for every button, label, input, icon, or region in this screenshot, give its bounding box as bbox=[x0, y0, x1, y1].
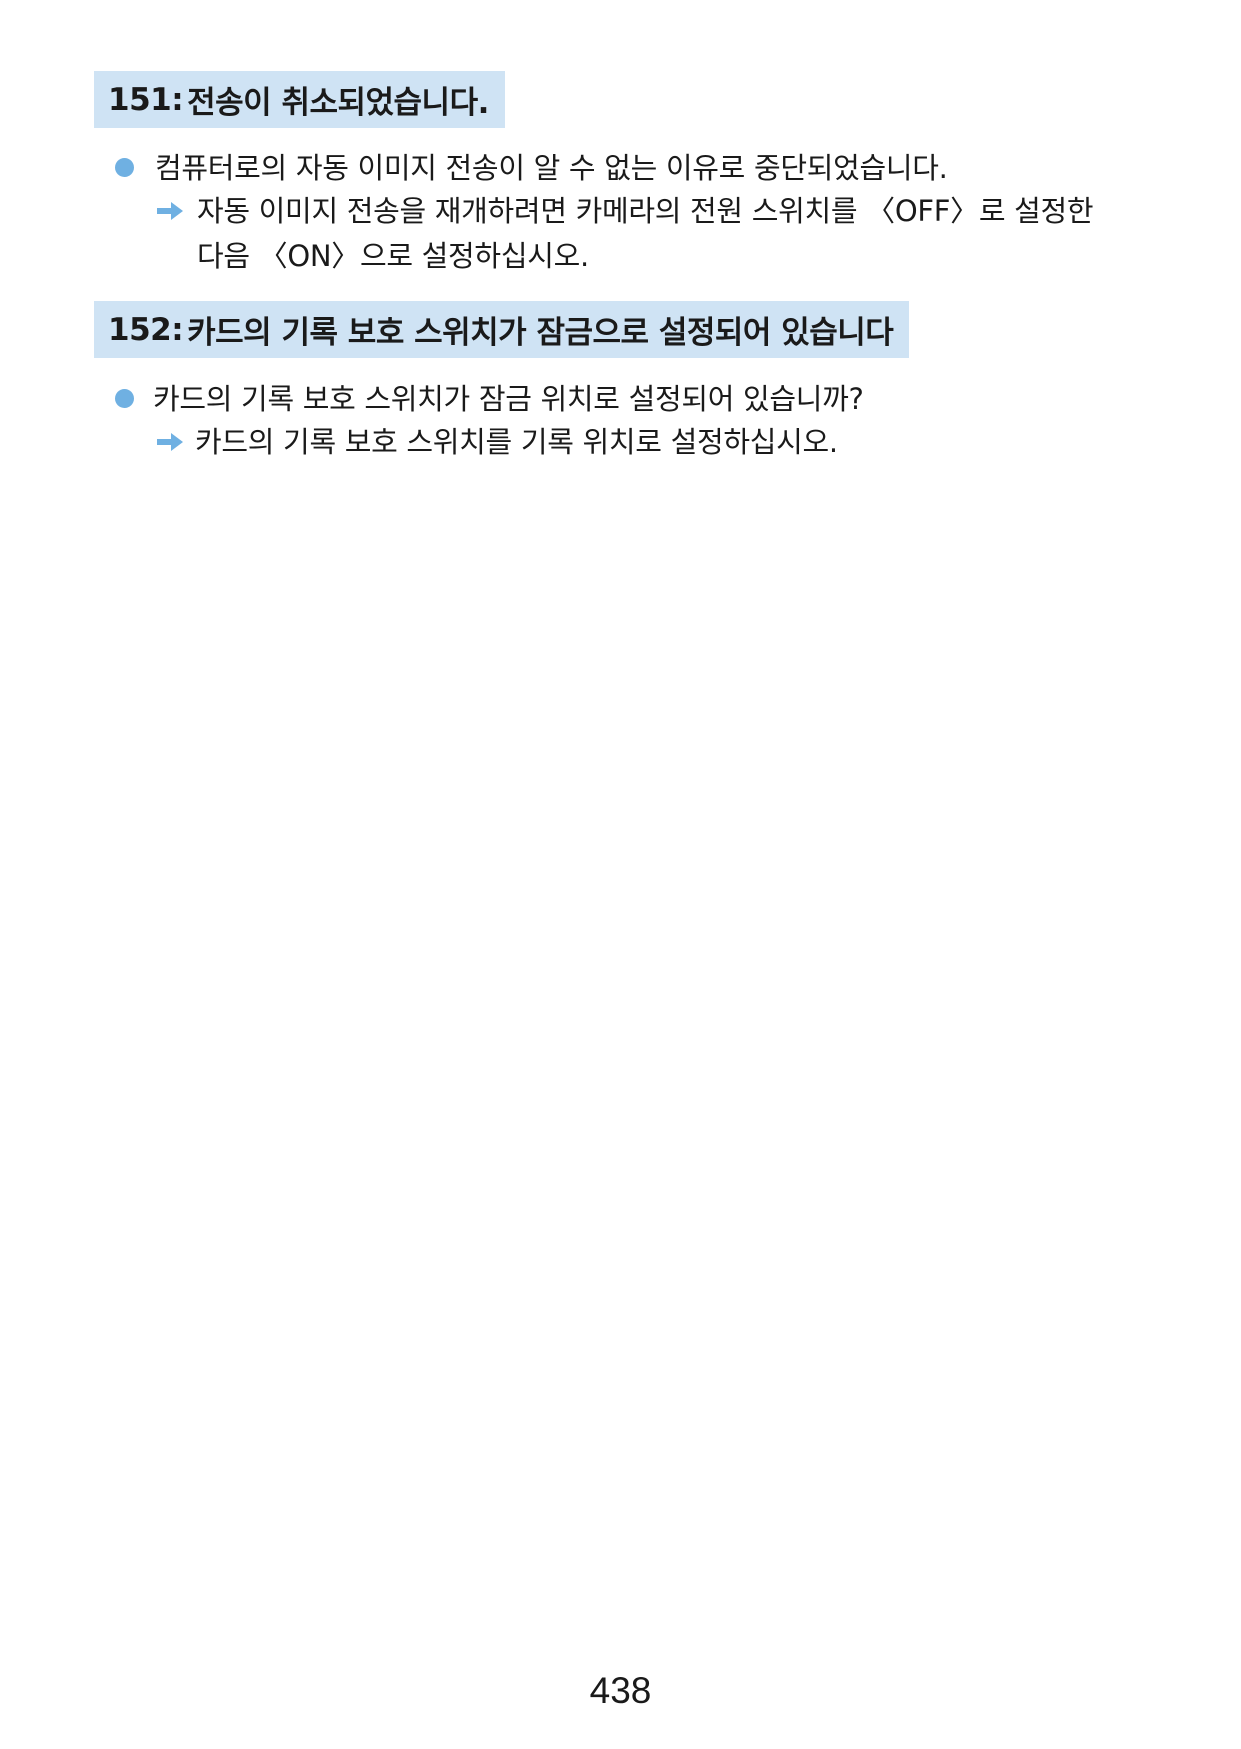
remedy-text-line: 자동 이미지 전송을 재개하려면 카메라의 전원 스위치를 〈OFF〉로 설정한 bbox=[197, 194, 1094, 228]
arrow-right-icon bbox=[157, 202, 183, 220]
remedy-text-line: 다음 〈ON〉으로 설정하십시오. bbox=[197, 239, 589, 273]
error-code: 152: bbox=[108, 311, 184, 348]
bullet-icon bbox=[115, 158, 134, 177]
arrow-right-icon bbox=[157, 433, 183, 451]
page-number: 438 bbox=[589, 1670, 652, 1711]
section-heading-151: 151: 전송이 취소되었습니다. bbox=[94, 71, 505, 128]
error-title: 전송이 취소되었습니다. bbox=[187, 85, 489, 121]
remedy-text-line: 카드의 기록 보호 스위치를 기록 위치로 설정하십시오. bbox=[195, 425, 838, 459]
error-code: 151: bbox=[108, 81, 184, 118]
section-heading-152: 152: 카드의 기록 보호 스위치가 잠금으로 설정되어 있습니다 bbox=[94, 301, 910, 358]
bullet-icon bbox=[115, 389, 134, 408]
cause-text: 컴퓨터로의 자동 이미지 전송이 알 수 없는 이유로 중단되었습니다. bbox=[155, 151, 948, 185]
error-title: 카드의 기록 보호 스위치가 잠금으로 설정되어 있습니다 bbox=[187, 315, 894, 351]
manual-page: 151: 전송이 취소되었습니다. 컴퓨터로의 자동 이미지 전송이 알 수 없… bbox=[0, 0, 1241, 1749]
cause-text: 카드의 기록 보호 스위치가 잠금 위치로 설정되어 있습니까? bbox=[153, 382, 864, 416]
